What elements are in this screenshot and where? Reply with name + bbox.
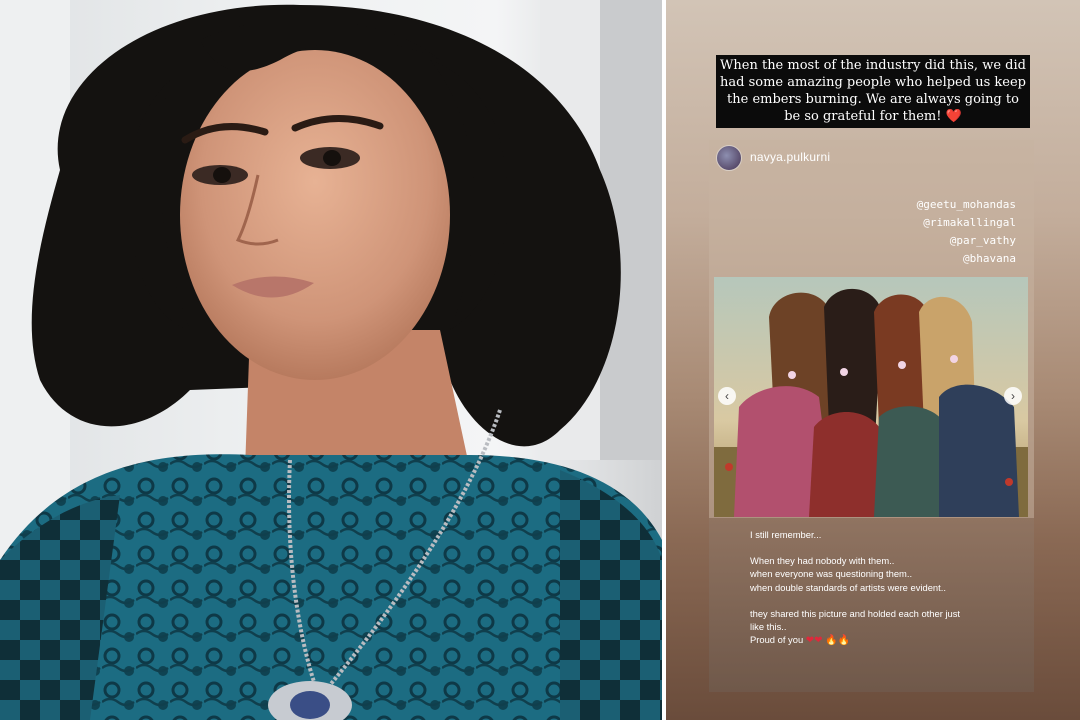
four-women-painting	[714, 277, 1028, 517]
proud-text: Proud of you	[750, 634, 804, 646]
caption-line-proud: Proud of you ❤❤ 🔥🔥	[750, 633, 1010, 647]
caption-line: When they had nobody with them..	[750, 555, 895, 567]
post-caption-text: I still remember... When they had nobody…	[750, 528, 1010, 647]
mention-tag[interactable]: @bhavana	[886, 250, 1016, 268]
portrait-photo	[0, 0, 662, 720]
fire-emoji: 🔥🔥	[825, 635, 851, 647]
caption-line: when everyone was questioning them..	[750, 568, 913, 580]
mention-tag[interactable]: @rimakallingal	[886, 214, 1016, 232]
caption-line: I still remember...	[750, 529, 822, 540]
caption-line: when double standards of artists were ev…	[750, 581, 946, 593]
painting-illustration	[714, 277, 1028, 517]
carousel-prev-button[interactable]: ‹	[718, 387, 736, 405]
post-username[interactable]: navya.pulkurni	[750, 150, 830, 164]
mention-tag[interactable]: @par_vathy	[886, 232, 1016, 250]
mention-tag[interactable]: @geetu_mohandas	[886, 196, 1016, 214]
caption-line: they shared this picture and holded each…	[750, 607, 961, 619]
carousel-next-button[interactable]: ›	[1004, 387, 1022, 405]
hearts-emoji: ❤❤	[805, 635, 823, 647]
mention-list: @geetu_mohandas @rimakallingal @par_vath…	[886, 196, 1016, 268]
user-avatar[interactable]	[716, 145, 742, 171]
story-caption: When the most of the industry did this, …	[716, 55, 1030, 128]
instagram-story-panel: When the most of the industry did this, …	[666, 0, 1080, 720]
caption-line: like this..	[750, 621, 787, 633]
portrait-illustration	[0, 0, 662, 720]
